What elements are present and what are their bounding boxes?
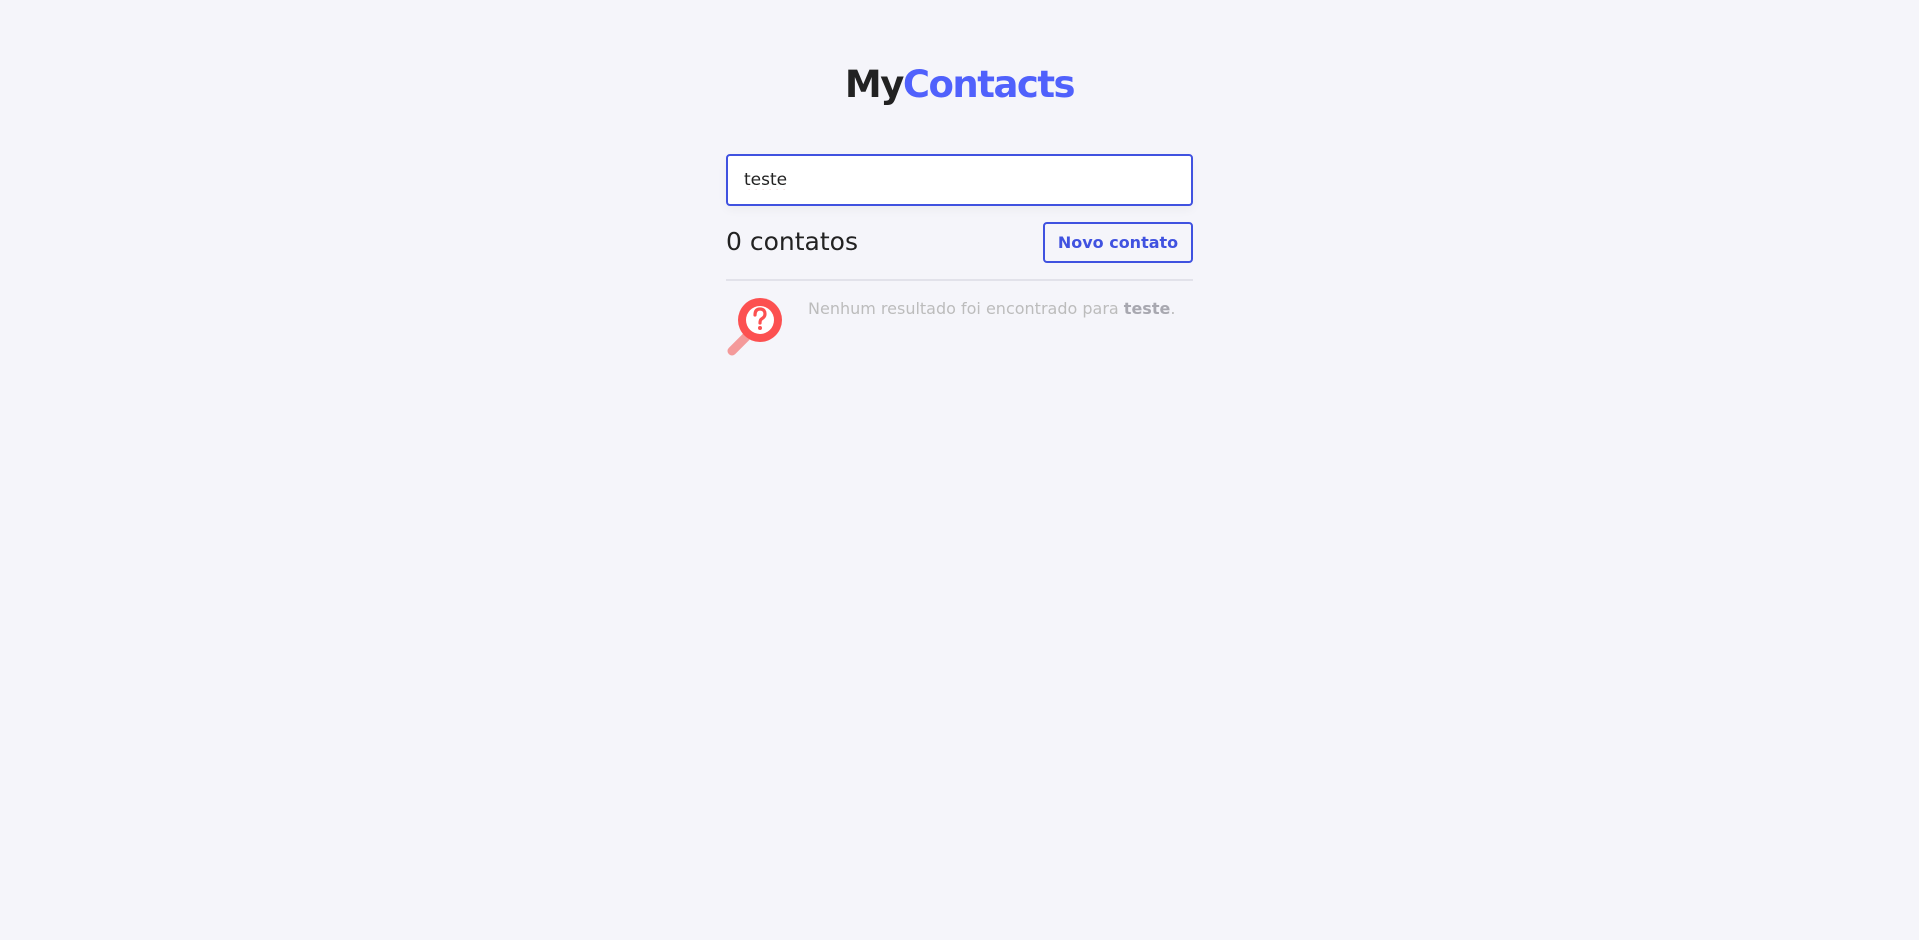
- search-container: [726, 154, 1193, 206]
- logo-my-text: My: [844, 63, 904, 106]
- app-logo: MyContacts: [726, 62, 1193, 108]
- contacts-count: 0 contatos: [726, 227, 858, 256]
- new-contact-button[interactable]: Novo contato: [1043, 222, 1193, 263]
- contacts-header: 0 contatos Novo contato: [726, 222, 1193, 263]
- empty-search-result: Nenhum resultado foi encontrado para tes…: [726, 296, 1193, 360]
- divider: [726, 279, 1193, 281]
- empty-search-message: Nenhum resultado foi encontrado para tes…: [808, 298, 1175, 320]
- search-input[interactable]: [728, 156, 1191, 204]
- magnifier-question-icon: [726, 296, 788, 358]
- empty-message-prefix: Nenhum resultado foi encontrado para: [808, 299, 1119, 318]
- empty-search-term: teste: [1123, 299, 1171, 318]
- logo-contacts-text: Contacts: [902, 63, 1076, 106]
- empty-message-suffix: .: [1170, 299, 1176, 318]
